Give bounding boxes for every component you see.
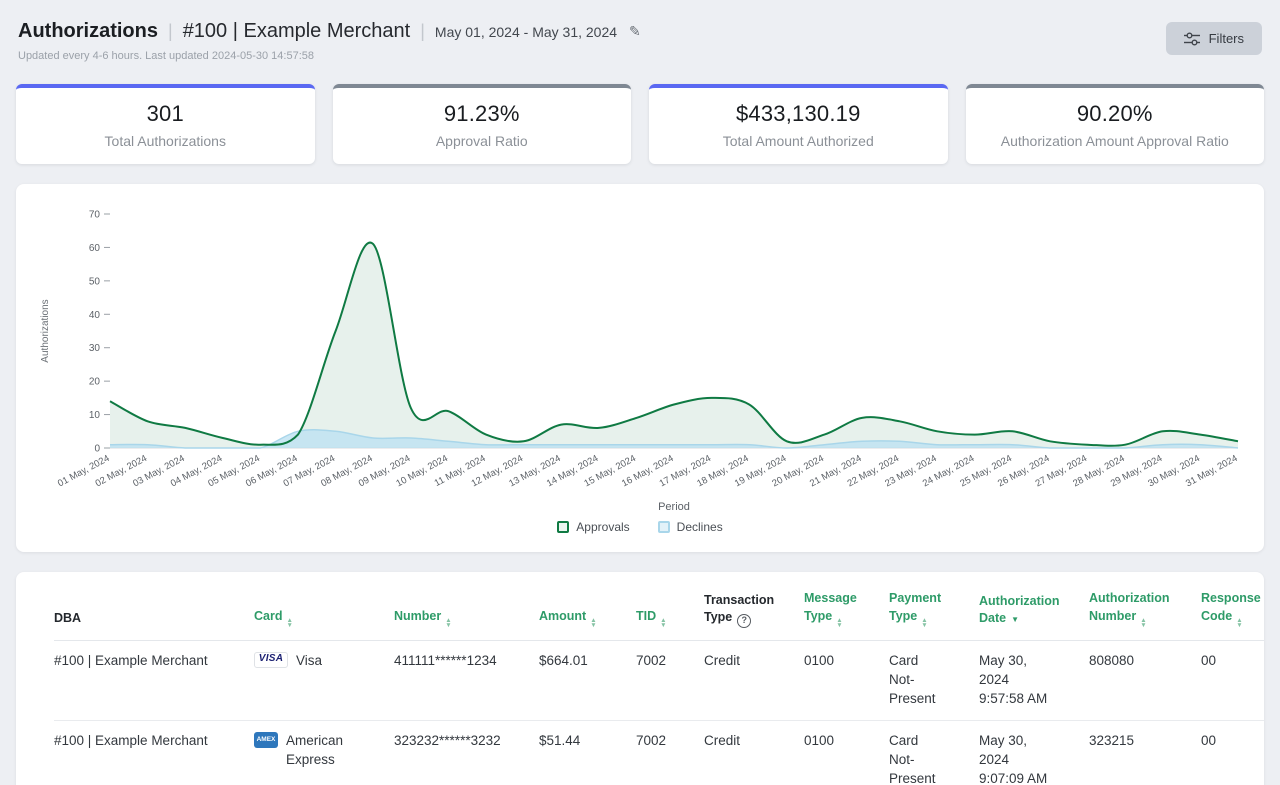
stat-value: 301 [26, 101, 305, 127]
column-header-message-type[interactable]: Message Type▲▼ [804, 590, 889, 640]
svg-text:60: 60 [89, 243, 101, 254]
cell-amount: $664.01 [539, 640, 636, 720]
updated-note: Updated every 4-6 hours. Last updated 20… [18, 50, 641, 62]
stat-label: Authorization Amount Approval Ratio [976, 133, 1255, 149]
stat-label: Approval Ratio [343, 133, 622, 149]
cell-payment-type: Card Not-Present [889, 640, 979, 720]
legend-declines[interactable]: Declines [658, 520, 723, 534]
svg-text:0: 0 [94, 444, 100, 455]
sort-icon: ▲▼ [286, 618, 292, 628]
cell-authorization-number: 323215 [1089, 720, 1201, 785]
help-icon[interactable]: ? [737, 614, 751, 628]
sort-icon: ▲▼ [445, 618, 451, 628]
authorizations-area-chart: 01020304050607001 May, 202402 May, 20240… [32, 198, 1248, 516]
stat-card-0: 301 Total Authorizations [16, 84, 315, 164]
column-header-tid[interactable]: TID▲▼ [636, 590, 704, 640]
cell-transaction-type: Credit [704, 720, 804, 785]
filters-icon [1184, 32, 1200, 46]
merchant-name: #100 | Example Merchant [183, 20, 411, 43]
title-row: Authorizations | #100 | Example Merchant… [18, 20, 641, 43]
column-header-authorization-date[interactable]: Authorization Date▼ [979, 590, 1089, 640]
cell-card: AMEX American Express [254, 720, 394, 785]
card-brand-amex-logo: AMEX [254, 732, 278, 748]
stat-card-1: 91.23% Approval Ratio [333, 84, 632, 164]
svg-text:70: 70 [89, 210, 101, 221]
cell-dba: #100 | Example Merchant [54, 640, 254, 720]
filters-button[interactable]: Filters [1166, 22, 1262, 55]
stat-label: Total Amount Authorized [659, 133, 938, 149]
sort-icon: ▲▼ [836, 618, 842, 628]
table-row: #100 | Example MerchantVISA Visa 411111***… [54, 640, 1264, 720]
svg-text:Authorizations: Authorizations [40, 299, 51, 362]
chart-legend: Approvals Declines [28, 516, 1252, 544]
legend-swatch [557, 521, 569, 533]
authorizations-table: DBACard▲▼Number▲▼Amount▲▼TID▲▼Transactio… [54, 590, 1264, 785]
cell-authorization-date: May 30,20249:57:58 AM [979, 640, 1089, 720]
page: Authorizations | #100 | Example Merchant… [0, 0, 1280, 785]
column-header-response-code[interactable]: Response Code▲▼ [1201, 590, 1264, 640]
column-header-authorization-number[interactable]: Authorization Number▲▼ [1089, 590, 1201, 640]
cell-tid: 7002 [636, 640, 704, 720]
header-titles: Authorizations | #100 | Example Merchant… [18, 20, 641, 62]
legend-swatch [658, 521, 670, 533]
column-header-transaction-type: Transaction Type? [704, 590, 804, 640]
authorizations-table-card: DBACard▲▼Number▲▼Amount▲▼TID▲▼Transactio… [16, 572, 1264, 785]
legend-label: Declines [677, 520, 723, 534]
stat-card-3: 90.20% Authorization Amount Approval Rati… [966, 84, 1265, 164]
stat-card-2: $433,130.19 Total Amount Authorized [649, 84, 948, 164]
stat-value: 90.20% [976, 101, 1255, 127]
cell-card: VISA Visa [254, 640, 394, 720]
cell-dba: #100 | Example Merchant [54, 720, 254, 785]
separator: | [420, 21, 425, 42]
column-header-payment-type[interactable]: Payment Type▲▼ [889, 590, 979, 640]
stat-label: Total Authorizations [26, 133, 305, 149]
svg-text:20: 20 [89, 377, 101, 388]
card-label: Visa [296, 651, 322, 670]
stat-value: $433,130.19 [659, 101, 938, 127]
cell-authorization-date: May 30,20249:07:09 AM [979, 720, 1089, 785]
legend-label: Approvals [576, 520, 629, 534]
svg-text:Period: Period [658, 501, 690, 513]
sort-icon: ▲▼ [1236, 618, 1242, 628]
sort-icon: ▲▼ [660, 618, 666, 628]
cell-transaction-type: Credit [704, 640, 804, 720]
column-header-number[interactable]: Number▲▼ [394, 590, 539, 640]
date-range: May 01, 2024 - May 31, 2024 [435, 24, 617, 40]
sorted-desc-icon: ▼ [1011, 615, 1019, 624]
stat-cards: 301 Total Authorizations 91.23% Approval Ra… [0, 84, 1280, 164]
cell-amount: $51.44 [539, 720, 636, 785]
cell-response-code: 00 [1201, 720, 1264, 785]
card-brand-visa-logo: VISA [254, 652, 288, 668]
authorizations-chart-card: 01020304050607001 May, 202402 May, 20240… [16, 184, 1264, 552]
filters-label: Filters [1209, 31, 1244, 46]
edit-date-range-icon[interactable]: ✎ [629, 23, 641, 40]
cell-response-code: 00 [1201, 640, 1264, 720]
cell-authorization-number: 808080 [1089, 640, 1201, 720]
cell-message-type: 0100 [804, 640, 889, 720]
stat-value: 91.23% [343, 101, 622, 127]
cell-number: 411111******1234 [394, 640, 539, 720]
svg-text:30: 30 [89, 343, 101, 354]
svg-text:40: 40 [89, 310, 101, 321]
page-title: Authorizations [18, 20, 158, 43]
header: Authorizations | #100 | Example Merchant… [0, 0, 1280, 62]
svg-text:10: 10 [89, 410, 101, 421]
sort-icon: ▲▼ [1140, 618, 1146, 628]
table-header-row: DBACard▲▼Number▲▼Amount▲▼TID▲▼Transactio… [54, 590, 1264, 640]
cell-number: 323232******3232 [394, 720, 539, 785]
column-header-amount[interactable]: Amount▲▼ [539, 590, 636, 640]
column-header-card[interactable]: Card▲▼ [254, 590, 394, 640]
legend-approvals[interactable]: Approvals [557, 520, 629, 534]
table-row: #100 | Example MerchantAMEX American Expr… [54, 720, 1264, 785]
column-header-dba: DBA [54, 590, 254, 640]
separator: | [168, 21, 173, 42]
sort-icon: ▲▼ [921, 618, 927, 628]
sort-icon: ▲▼ [590, 618, 596, 628]
cell-tid: 7002 [636, 720, 704, 785]
cell-message-type: 0100 [804, 720, 889, 785]
svg-text:50: 50 [89, 276, 101, 287]
cell-payment-type: Card Not-Present [889, 720, 979, 785]
card-label: American Express [286, 731, 384, 769]
